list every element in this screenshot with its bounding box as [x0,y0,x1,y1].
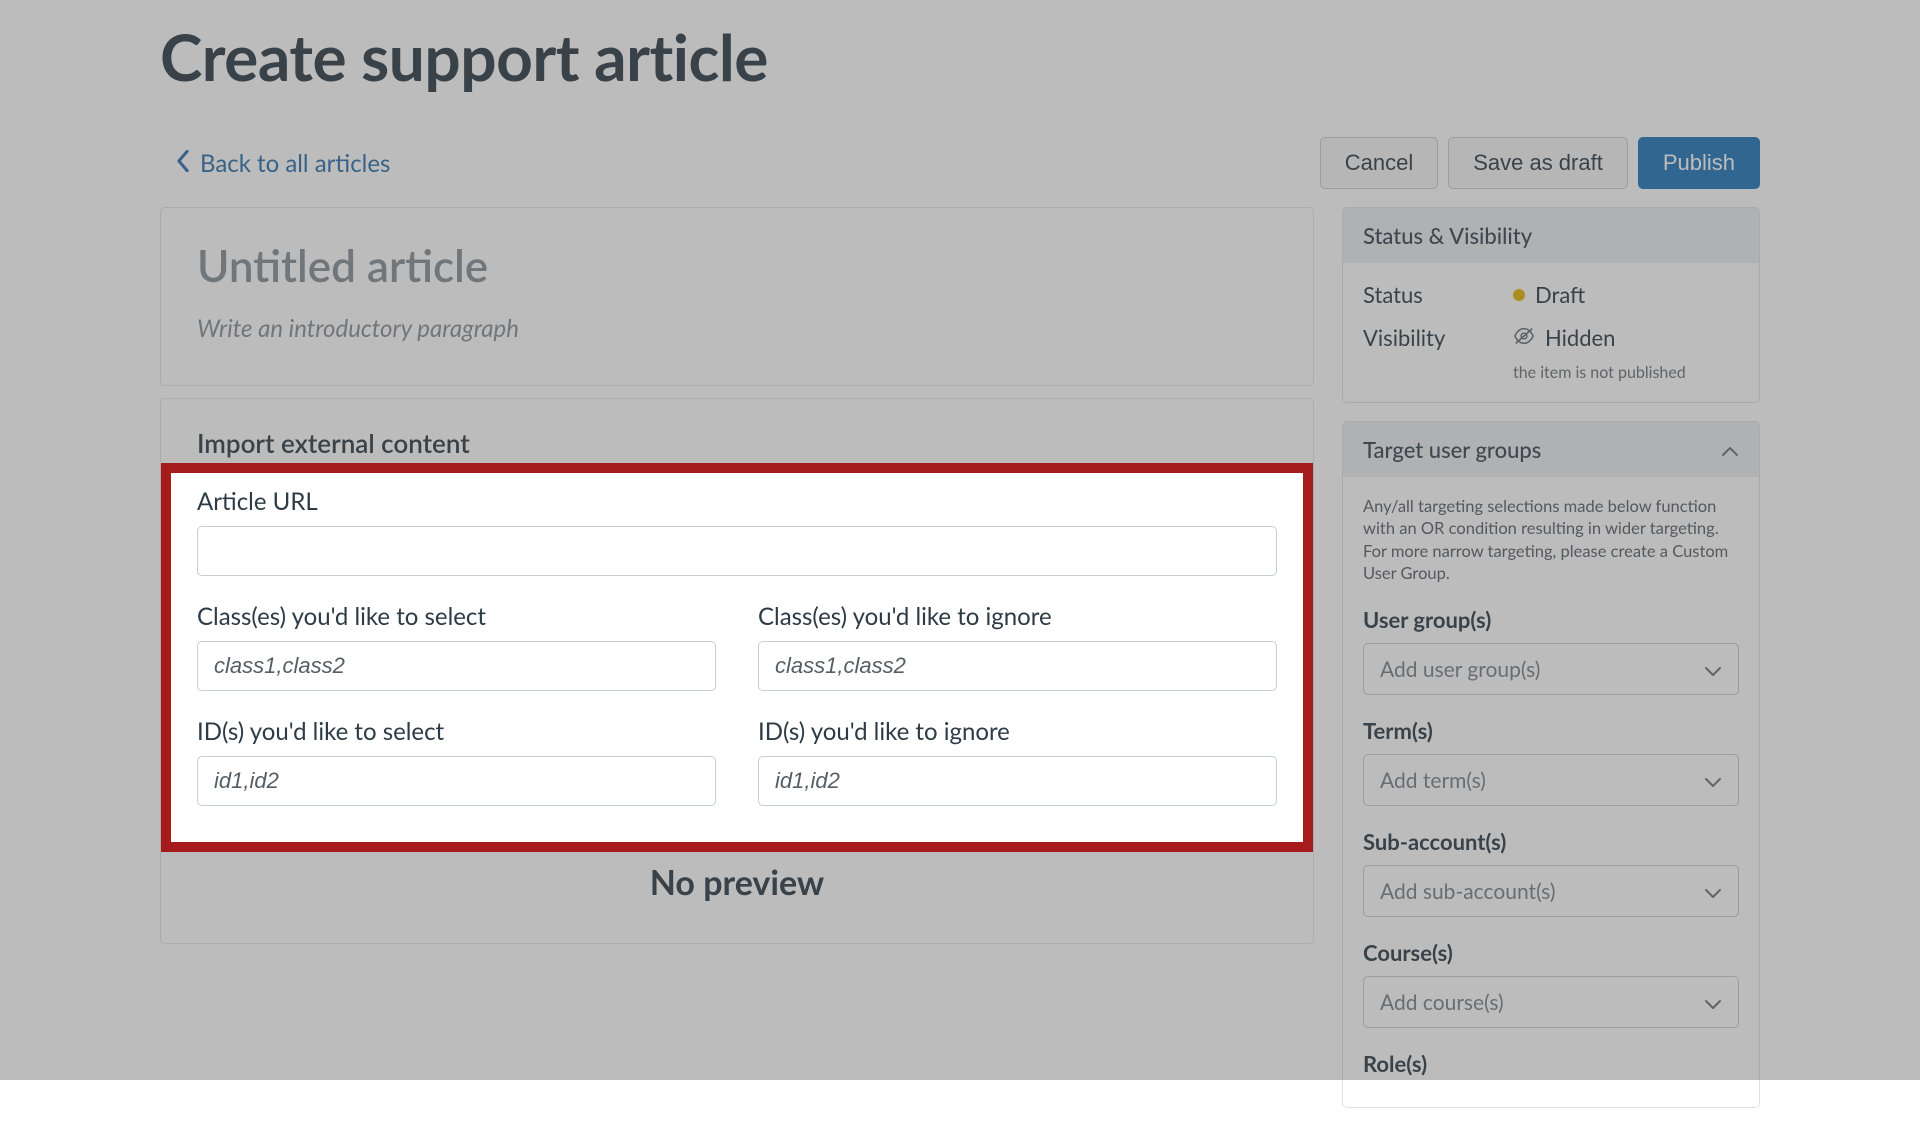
save-draft-button[interactable]: Save as draft [1448,137,1628,189]
chevron-down-icon [1704,657,1722,682]
class-ignore-input[interactable] [758,641,1277,691]
target-note: Any/all targeting selections made below … [1363,495,1739,584]
target-panel-title: Target user groups [1363,436,1541,463]
roles-label: Role(s) [1363,1050,1739,1077]
class-ignore-label: Class(es) you'd like to ignore [758,602,1277,631]
import-external-card: Import external content Article URL Clas… [160,398,1314,944]
user-groups-select[interactable]: Add user group(s) [1363,643,1739,695]
chevron-down-icon [1704,990,1722,1015]
article-title-input[interactable]: Untitled article [197,240,1277,292]
terms-placeholder: Add term(s) [1380,768,1486,793]
import-heading: Import external content [197,427,1277,459]
courses-select[interactable]: Add course(s) [1363,976,1739,1028]
target-user-groups-panel: Target user groups Any/all targeting sel… [1342,421,1760,1108]
page-title: Create support article [160,0,1760,95]
subaccounts-placeholder: Add sub-account(s) [1380,879,1556,904]
chevron-down-icon [1704,768,1722,793]
status-label: Status [1363,281,1513,308]
status-dot-icon [1513,289,1525,301]
back-to-articles-link[interactable]: Back to all articles [160,149,390,178]
article-url-input[interactable] [197,526,1277,576]
no-preview-label: No preview [197,862,1277,903]
article-intro-input[interactable]: Write an introductory paragraph [197,314,1277,343]
back-link-label: Back to all articles [200,149,390,178]
courses-placeholder: Add course(s) [1380,990,1504,1015]
eye-off-icon [1513,324,1535,351]
terms-select[interactable]: Add term(s) [1363,754,1739,806]
user-groups-label: User group(s) [1363,606,1739,633]
class-select-label: Class(es) you'd like to select [197,602,716,631]
id-select-label: ID(s) you'd like to select [197,717,716,746]
id-select-input[interactable] [197,756,716,806]
visibility-note: the item is not published [1513,363,1686,382]
subaccounts-select[interactable]: Add sub-account(s) [1363,865,1739,917]
chevron-up-icon [1721,436,1739,463]
target-panel-header[interactable]: Target user groups [1343,422,1759,477]
id-ignore-label: ID(s) you'd like to ignore [758,717,1277,746]
id-ignore-input[interactable] [758,756,1277,806]
status-panel-title: Status & Visibility [1363,222,1532,249]
article-url-label: Article URL [197,487,1277,516]
courses-label: Course(s) [1363,939,1739,966]
visibility-value: Hidden [1545,324,1615,351]
status-value: Draft [1535,281,1585,308]
subaccounts-label: Sub-account(s) [1363,828,1739,855]
cancel-button[interactable]: Cancel [1320,137,1438,189]
article-title-card: Untitled article Write an introductory p… [160,207,1314,386]
chevron-left-icon [176,149,190,178]
status-visibility-panel: Status & Visibility Status Draft [1342,207,1760,403]
terms-label: Term(s) [1363,717,1739,744]
class-select-input[interactable] [197,641,716,691]
publish-button[interactable]: Publish [1638,137,1760,189]
chevron-down-icon [1704,879,1722,904]
status-panel-header[interactable]: Status & Visibility [1343,208,1759,263]
user-groups-placeholder: Add user group(s) [1380,657,1540,682]
visibility-label: Visibility [1363,324,1513,351]
